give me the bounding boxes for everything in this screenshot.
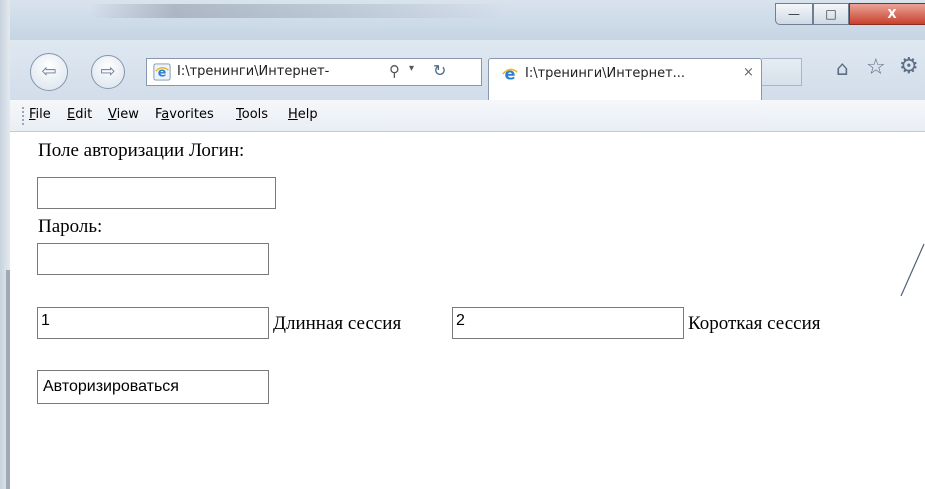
session-short-label: Короткая сессия bbox=[688, 313, 821, 334]
ie-logo-icon: e bbox=[153, 63, 171, 81]
refresh-icon[interactable]: ↻ bbox=[433, 61, 446, 80]
menu-grip bbox=[22, 107, 26, 125]
navigation-bar: ⇦ ⇨ e I:\тренинги\Интернет- ⚲ ▾ ↻ e I:\т… bbox=[10, 40, 925, 100]
menu-bar: File Edit View Favorites Tools Help bbox=[10, 100, 925, 132]
star-icon[interactable]: ☆ bbox=[866, 55, 886, 80]
login-label: Поле авторизации Логин: bbox=[38, 140, 245, 161]
menu-help[interactable]: Help bbox=[288, 107, 318, 122]
minimize-button[interactable]: — bbox=[775, 3, 813, 25]
title-bar: — □ X bbox=[10, 0, 925, 40]
ie-logo-icon: e bbox=[502, 65, 518, 83]
svg-text:e: e bbox=[505, 65, 516, 83]
menu-edit[interactable]: Edit bbox=[67, 107, 92, 122]
new-tab-button[interactable] bbox=[762, 58, 802, 86]
tab-title: I:\тренинги\Интернет... bbox=[525, 66, 686, 81]
maximize-button[interactable]: □ bbox=[813, 3, 849, 25]
password-input[interactable] bbox=[37, 243, 269, 275]
address-text[interactable]: I:\тренинги\Интернет- bbox=[177, 64, 377, 79]
login-input[interactable] bbox=[37, 177, 276, 209]
forward-icon: ⇨ bbox=[100, 61, 116, 82]
forward-button[interactable]: ⇨ bbox=[91, 55, 125, 89]
session-long-input[interactable]: 1 bbox=[37, 307, 269, 339]
menu-favorites[interactable]: Favorites bbox=[155, 107, 214, 122]
back-button[interactable]: ⇦ bbox=[30, 53, 68, 91]
svg-text:e: e bbox=[158, 65, 167, 80]
page-content: Поле авторизации Логин: Пароль: 1 Длинна… bbox=[10, 132, 925, 489]
decorative-diagonal-line bbox=[900, 243, 925, 297]
session-short-input[interactable]: 2 bbox=[452, 307, 684, 339]
close-tab-icon[interactable]: × bbox=[743, 65, 754, 80]
tab-active[interactable]: e I:\тренинги\Интернет... × bbox=[488, 58, 762, 100]
menu-tools[interactable]: Tools bbox=[236, 107, 268, 122]
session-long-label: Длинная сессия bbox=[273, 313, 402, 334]
address-bar[interactable]: e I:\тренинги\Интернет- ⚲ ▾ ↻ bbox=[146, 58, 482, 86]
home-icon[interactable]: ⌂ bbox=[836, 56, 849, 80]
password-label: Пароль: bbox=[38, 216, 103, 237]
menu-view[interactable]: View bbox=[108, 107, 139, 122]
close-window-button[interactable]: X bbox=[849, 3, 925, 25]
gear-icon[interactable]: ⚙ bbox=[899, 54, 919, 79]
back-icon: ⇦ bbox=[41, 61, 57, 82]
dropdown-icon[interactable]: ▾ bbox=[409, 63, 414, 74]
menu-file[interactable]: File bbox=[29, 107, 51, 122]
authorize-button[interactable]: Авторизироваться bbox=[37, 370, 269, 404]
search-icon[interactable]: ⚲ bbox=[389, 62, 400, 80]
title-bar-blurred-text bbox=[90, 4, 510, 18]
